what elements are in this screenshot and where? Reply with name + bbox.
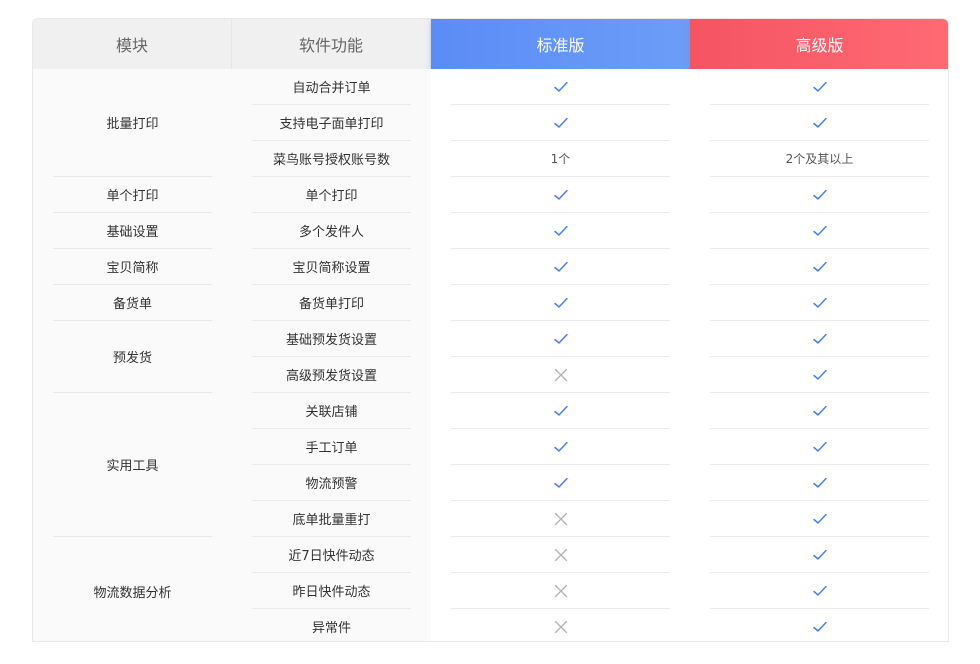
standard-check-icon xyxy=(451,249,670,285)
advanced-value-text: 2个及其以上 xyxy=(710,141,929,177)
header-standard-edition: 标准版 xyxy=(431,19,690,69)
feature-cell: 菜鸟账号授权账号数 xyxy=(252,141,411,177)
standard-check-icon xyxy=(451,285,670,321)
advanced-check-icon xyxy=(710,69,929,105)
feature-cell: 手工订单 xyxy=(252,429,411,465)
standard-cross-icon xyxy=(451,357,670,393)
feature-cell: 高级预发货设置 xyxy=(252,357,411,393)
advanced-check-icon xyxy=(710,177,929,213)
standard-check-icon xyxy=(451,465,670,501)
feature-cell: 多个发件人 xyxy=(252,213,411,249)
advanced-column: 2个及其以上 xyxy=(690,69,948,641)
feature-cell: 关联店铺 xyxy=(252,393,411,429)
advanced-check-icon xyxy=(710,357,929,393)
feature-cell: 支持电子面单打印 xyxy=(252,105,411,141)
module-cell: 物流数据分析 xyxy=(93,585,172,601)
advanced-check-icon xyxy=(710,609,929,641)
module-column: 批量打印 单个打印 基础设置 宝贝简称 备货单 预发货 实用工具物流数据分析 xyxy=(33,69,233,641)
feature-cell: 昨日快件动态 xyxy=(252,573,411,609)
standard-check-icon xyxy=(451,429,670,465)
module-cell: 宝贝简称 xyxy=(53,249,212,285)
standard-check-icon xyxy=(451,177,670,213)
module-cell: 备货单 xyxy=(53,285,212,321)
feature-cell: 近7日快件动态 xyxy=(252,537,411,573)
advanced-check-icon xyxy=(710,249,929,285)
module-cell: 实用工具 xyxy=(53,393,212,537)
advanced-check-icon xyxy=(710,537,929,573)
advanced-check-icon xyxy=(710,105,929,141)
standard-value-text: 1个 xyxy=(451,141,670,177)
feature-cell: 异常件 xyxy=(252,609,411,641)
standard-cross-icon xyxy=(451,537,670,573)
standard-cross-icon xyxy=(451,573,670,609)
feature-cell: 基础预发货设置 xyxy=(252,321,411,357)
module-cell: 批量打印 xyxy=(53,69,212,177)
advanced-check-icon xyxy=(710,573,929,609)
advanced-check-icon xyxy=(710,465,929,501)
advanced-check-icon xyxy=(710,285,929,321)
header-module: 模块 xyxy=(33,19,232,69)
feature-cell: 单个打印 xyxy=(252,177,411,213)
module-cell: 单个打印 xyxy=(53,177,212,213)
standard-check-icon xyxy=(451,393,670,429)
header-advanced-edition: 高级版 xyxy=(690,19,948,69)
advanced-check-icon xyxy=(710,213,929,249)
module-cell: 基础设置 xyxy=(53,213,212,249)
header-feature: 软件功能 xyxy=(232,19,431,69)
feature-cell: 自动合并订单 xyxy=(252,69,411,105)
standard-check-icon xyxy=(451,105,670,141)
advanced-check-icon xyxy=(710,393,929,429)
table-header: 模块 软件功能 标准版 高级版 xyxy=(33,19,948,69)
standard-cross-icon xyxy=(451,609,670,641)
standard-cross-icon xyxy=(451,501,670,537)
advanced-check-icon xyxy=(710,429,929,465)
feature-cell: 备货单打印 xyxy=(252,285,411,321)
standard-check-icon xyxy=(451,213,670,249)
standard-check-icon xyxy=(451,321,670,357)
comparison-table-wrapper: 模块 软件功能 标准版 高级版 批量打印 单个打印 基础设置 宝贝简称 备货单 预发货 实用… xyxy=(32,18,949,642)
standard-column: 1个 xyxy=(431,69,691,641)
version-comparison-table: 模块 软件功能 标准版 高级版 批量打印 单个打印 基础设置 宝贝简称 备货单 预发货 实用… xyxy=(32,18,949,642)
feature-column: 自动合并订单 支持电子面单打印 菜鸟账号授权账号数 单个打印 多个发件人 宝贝简称设置 备货… xyxy=(232,69,432,641)
feature-cell: 底单批量重打 xyxy=(252,501,411,537)
advanced-check-icon xyxy=(710,501,929,537)
feature-cell: 宝贝简称设置 xyxy=(252,249,411,285)
module-cell: 预发货 xyxy=(53,321,212,393)
advanced-check-icon xyxy=(710,321,929,357)
standard-check-icon xyxy=(451,69,670,105)
feature-cell: 物流预警 xyxy=(252,465,411,501)
